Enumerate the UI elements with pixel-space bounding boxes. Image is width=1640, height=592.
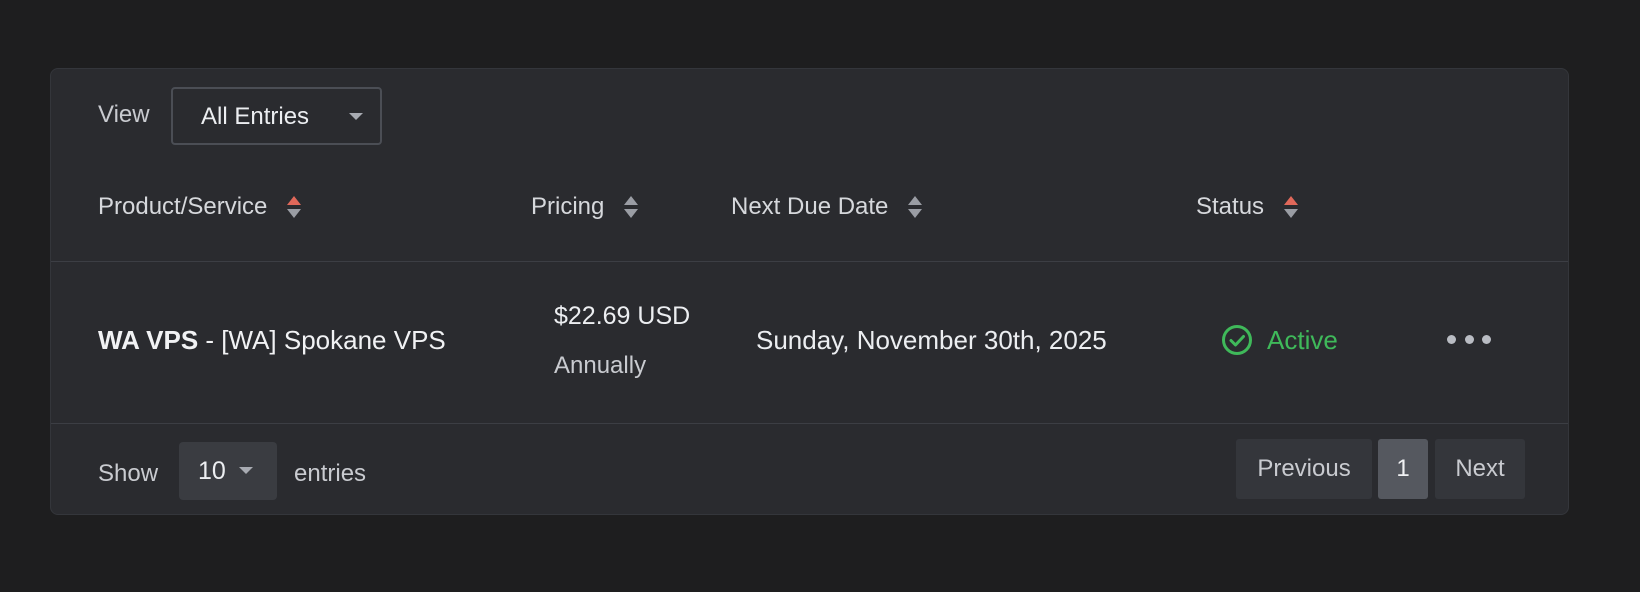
view-filter-select[interactable]: All Entries [171, 87, 382, 145]
price-amount: $22.69 USD [554, 302, 691, 330]
page-1-button[interactable]: 1 [1378, 439, 1428, 499]
sort-icon [908, 194, 923, 220]
page-length-value: 10 [198, 457, 226, 485]
page-length-select[interactable]: 10 [179, 442, 277, 500]
column-header-label: Status [1196, 193, 1265, 220]
column-header-status[interactable]: Status [1196, 193, 1299, 221]
table-header: Product/Service Pricing Next Due Date St… [51, 169, 1568, 262]
show-label: Show [98, 460, 159, 487]
entries-label: entries [294, 460, 367, 487]
column-header-label: Next Due Date [731, 193, 889, 220]
sort-icon [624, 194, 639, 220]
column-header-label: Pricing [531, 193, 605, 220]
table-row[interactable]: WA VPS - [WA] Spokane VPS $22.69 USD Ann… [51, 262, 1568, 424]
next-due-date: Sunday, November 30th, 2025 [756, 325, 1107, 355]
view-label: View [98, 101, 150, 128]
status-label: Active [1267, 324, 1338, 355]
table-footer: Show 10 entries Previous 1 Next [51, 424, 1568, 514]
status-badge: Active [1221, 324, 1338, 356]
chevron-down-icon [239, 467, 253, 474]
column-header-next-due-date[interactable]: Next Due Date [731, 193, 923, 221]
column-header-pricing[interactable]: Pricing [531, 193, 639, 221]
services-table-card: View All Entries Product/Service Pricing… [50, 68, 1569, 515]
column-header-label: Product/Service [98, 193, 268, 220]
chevron-down-icon [349, 113, 363, 120]
view-filter-value: All Entries [201, 103, 310, 130]
sort-icon [287, 194, 302, 220]
billing-cycle: Annually [554, 352, 647, 379]
previous-page-button[interactable]: Previous [1236, 439, 1372, 499]
table-toolbar: View All Entries [51, 69, 1568, 169]
check-circle-icon [1222, 325, 1252, 355]
product-cell: WA VPS - [WA] Spokane VPS [98, 325, 446, 356]
product-group: WA VPS [98, 325, 199, 355]
next-page-button[interactable]: Next [1435, 439, 1525, 499]
product-separator: - [198, 325, 222, 355]
more-horizontal-icon[interactable] [1447, 324, 1491, 354]
column-header-product[interactable]: Product/Service [98, 193, 302, 221]
product-name: [WA] Spokane VPS [221, 325, 446, 355]
sort-icon [1284, 194, 1299, 220]
